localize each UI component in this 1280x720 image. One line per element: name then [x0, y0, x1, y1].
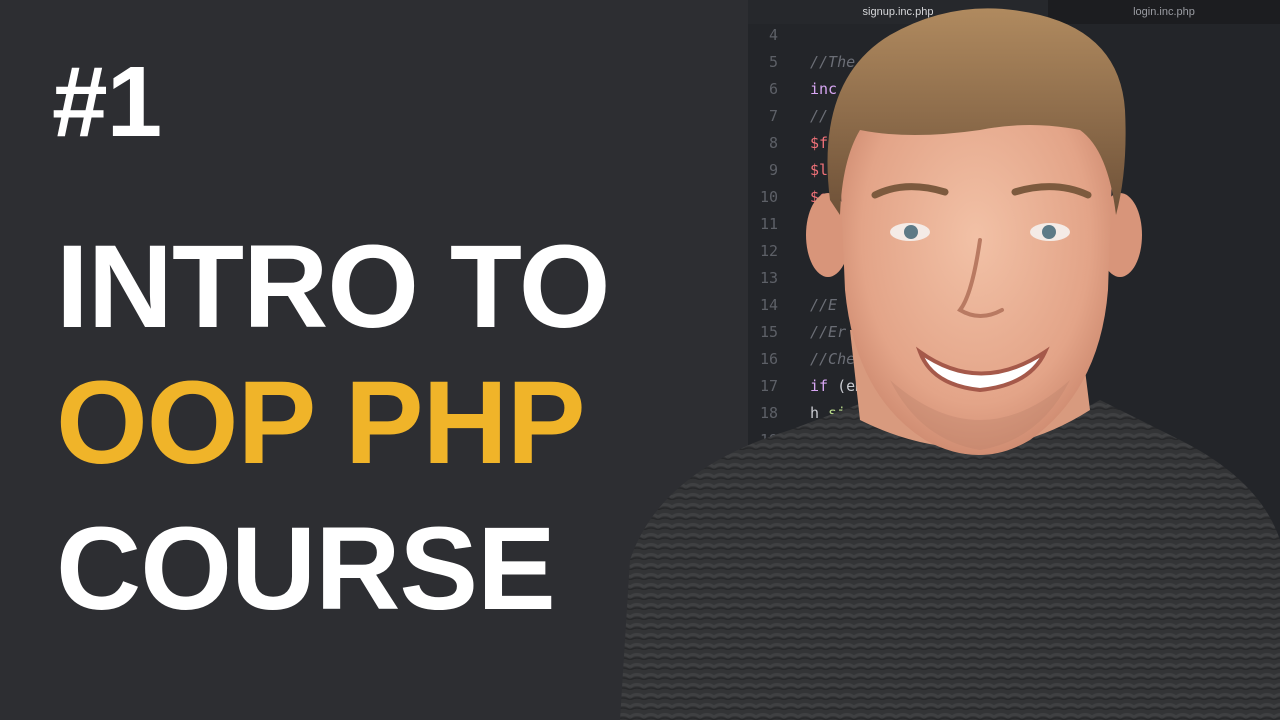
title-line-3: COURSE — [56, 503, 556, 635]
episode-number: #1 — [52, 46, 162, 158]
title-line-1: INTRO TO — [56, 221, 611, 353]
title-line-2: OOP PHP — [56, 357, 586, 489]
presenter-photo — [620, 8, 1280, 720]
